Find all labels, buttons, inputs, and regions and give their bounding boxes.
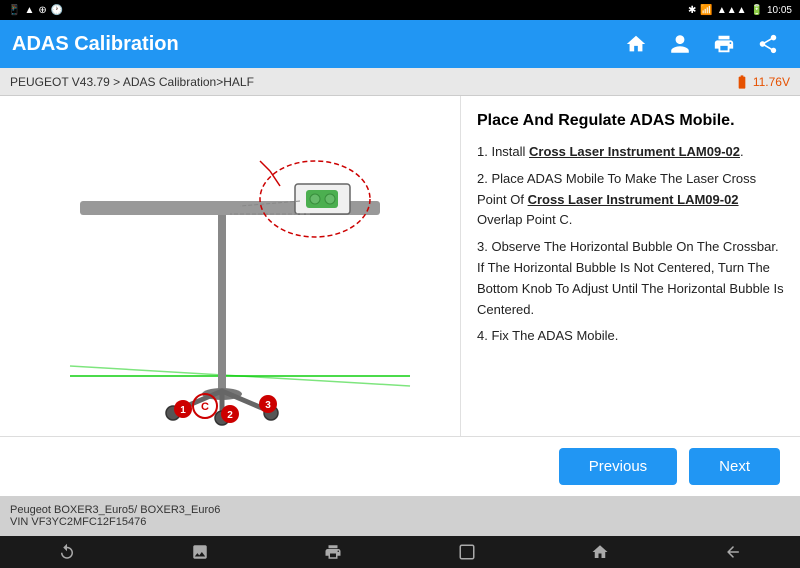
status-icon-2: ▲	[24, 5, 34, 16]
android-print-button[interactable]	[308, 538, 358, 566]
bluetooth-icon: ✱	[688, 5, 696, 16]
android-home-button[interactable]	[575, 538, 625, 566]
time-display: 10:05	[767, 5, 792, 16]
export-button[interactable]	[748, 24, 788, 64]
android-square-button[interactable]	[442, 538, 492, 566]
android-nav-bar	[0, 536, 800, 568]
footer-line1: Peugeot BOXER3_Euro5/ BOXER3_Euro6	[10, 504, 790, 516]
status-bar: 📱 ▲ ⊕ 🕐 ✱ 📶 ▲▲▲ 🔋 10:05	[0, 0, 800, 20]
instructions-panel: Place And Regulate ADAS Mobile. 1. Insta…	[460, 96, 800, 436]
breadcrumb-bar: PEUGEOT V43.79 > ADAS Calibration>HALF 1…	[0, 68, 800, 96]
status-bar-left: 📱 ▲ ⊕ 🕐	[8, 5, 63, 16]
battery-icon: 🔋	[751, 5, 763, 16]
svg-text:2: 2	[227, 410, 233, 421]
status-bar-right: ✱ 📶 ▲▲▲ 🔋 10:05	[688, 5, 792, 16]
svg-text:1: 1	[180, 405, 186, 416]
next-button[interactable]: Next	[689, 448, 780, 485]
instructions-title: Place And Regulate ADAS Mobile.	[477, 112, 784, 130]
android-gallery-button[interactable]	[175, 538, 225, 566]
breadcrumb: PEUGEOT V43.79 > ADAS Calibration>HALF	[10, 75, 254, 89]
status-icon-1: 📱	[8, 5, 20, 16]
battery-info: 11.76V	[734, 74, 790, 90]
header-icon-group	[616, 24, 788, 64]
battery-voltage: 11.76V	[753, 75, 790, 89]
print-button[interactable]	[704, 24, 744, 64]
footer-info: Peugeot BOXER3_Euro5/ BOXER3_Euro6 VIN V…	[0, 496, 800, 536]
header: ADAS Calibration	[0, 20, 800, 68]
diagram-panel: 1 2 3 C	[0, 96, 460, 436]
signal-icon: ▲▲▲	[717, 5, 747, 16]
svg-text:C: C	[201, 401, 209, 413]
instructions-body: 1. Install Cross Laser Instrument LAM09-…	[477, 142, 784, 347]
android-recent-button[interactable]	[708, 538, 758, 566]
footer-line2: VIN VF3YC2MFC12F15476	[10, 516, 790, 528]
adas-diagram-svg: 1 2 3 C	[20, 106, 440, 426]
status-icon-3: ⊕	[38, 5, 46, 16]
wifi-icon: 📶	[700, 5, 712, 16]
svg-text:3: 3	[265, 400, 271, 411]
previous-button[interactable]: Previous	[559, 448, 677, 485]
main-content: 1 2 3 C Place And Regulate ADAS Mobile. …	[0, 96, 800, 436]
navigation-bar: Previous Next	[0, 436, 800, 496]
home-button[interactable]	[616, 24, 656, 64]
app-title: ADAS Calibration	[12, 33, 179, 56]
android-back-button[interactable]	[42, 538, 92, 566]
clock-icon: 🕐	[51, 5, 63, 16]
user-button[interactable]	[660, 24, 700, 64]
